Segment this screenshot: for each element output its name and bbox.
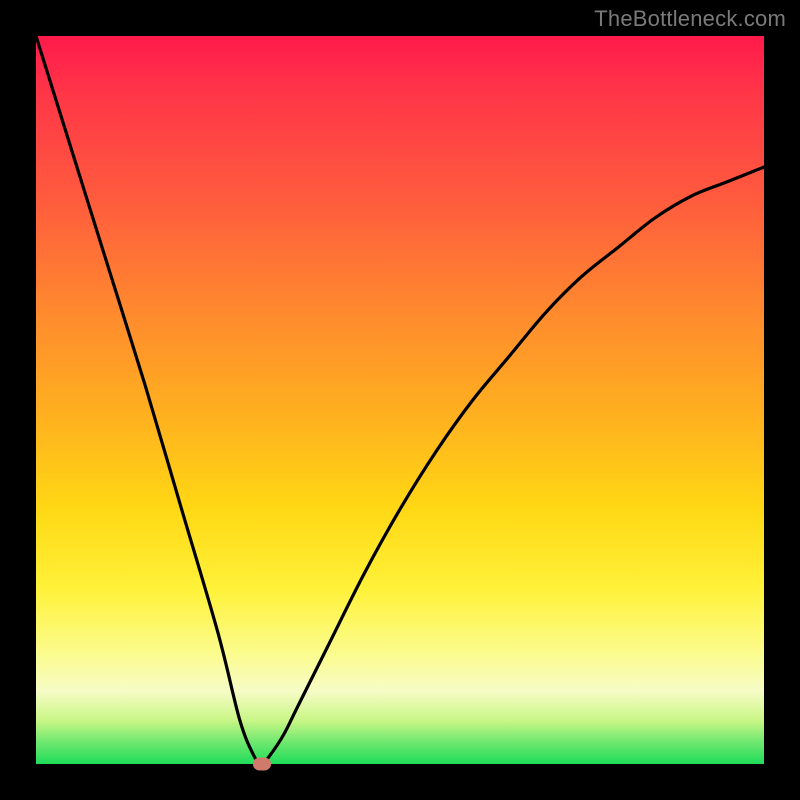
min-marker-icon	[253, 758, 271, 771]
chart-frame: TheBottleneck.com	[0, 0, 800, 800]
plot-area	[36, 36, 764, 764]
watermark-text: TheBottleneck.com	[594, 6, 786, 32]
bottleneck-curve	[36, 36, 764, 764]
